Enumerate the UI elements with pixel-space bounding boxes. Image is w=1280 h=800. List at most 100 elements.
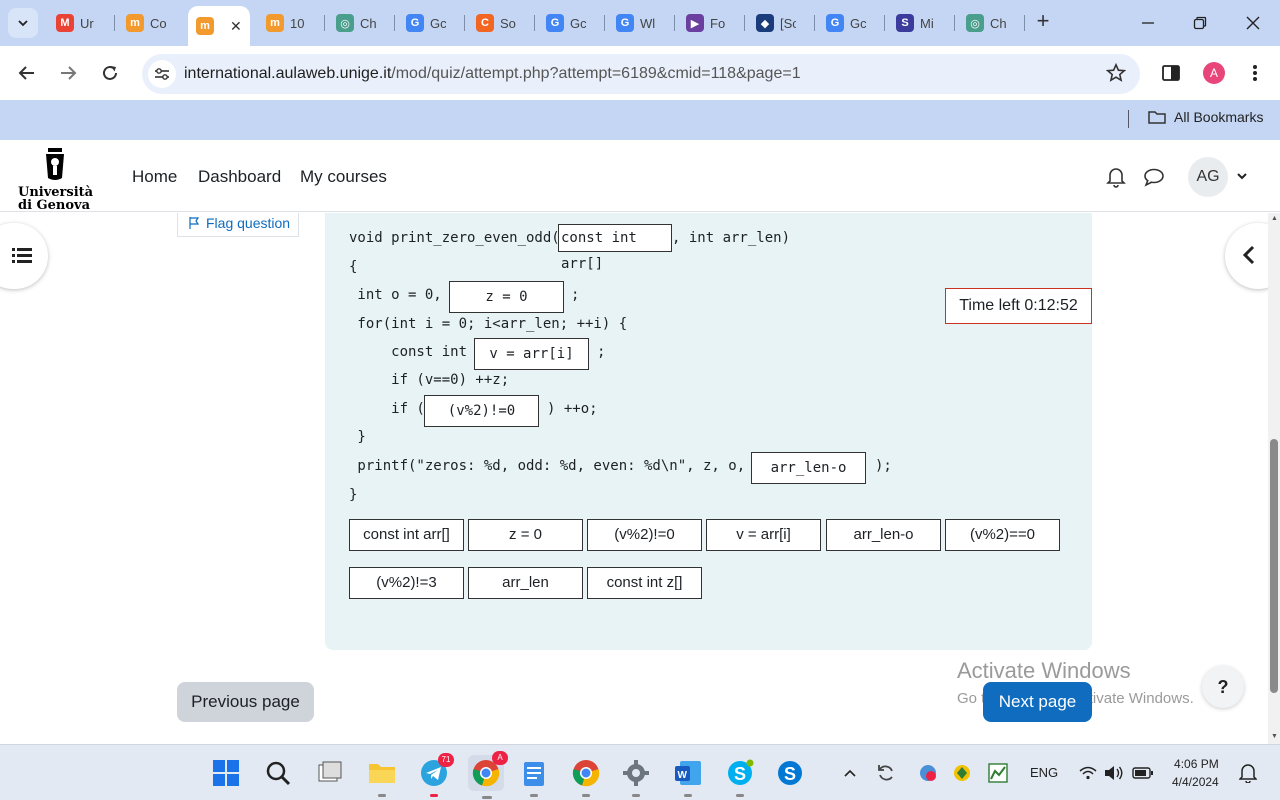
arrow-right-icon [61,66,77,80]
code-line-5-post: ; [597,344,606,360]
close-window-button[interactable] [1233,8,1273,38]
drag-choice-9[interactable]: const int z[] [587,567,702,599]
nav-home[interactable]: Home [132,167,177,187]
word-app[interactable]: W [672,757,704,797]
next-page-button[interactable]: Next page [983,682,1092,722]
all-bookmarks-button[interactable]: All Bookmarks [1148,109,1263,125]
user-menu-toggle[interactable] [1236,169,1248,187]
battery-status[interactable] [1130,757,1156,789]
minimize-button[interactable] [1128,8,1168,38]
tray-app-icon[interactable] [914,757,942,789]
url-path: /mod/quiz/attempt.php?attempt=6189&cmid=… [391,65,801,82]
scroll-down-icon[interactable]: ▼ [1271,733,1278,740]
new-tab-button[interactable]: + [1030,9,1056,35]
browser-tab-14[interactable]: ◎ Ch [958,6,1020,40]
tab-separator [884,15,885,31]
flag-question-button[interactable]: Flag question [177,213,299,237]
drag-choice-7[interactable]: (v%2)!=3 [349,567,464,599]
help-button[interactable]: ? [1202,666,1244,708]
bookmarks-separator [1128,110,1129,128]
language-indicator[interactable]: ENG [1030,765,1058,780]
drag-choice-4[interactable]: v = arr[i] [706,519,821,551]
drop-zone-3[interactable]: v = arr[i] [474,338,589,370]
course-index-toggle[interactable] [0,223,48,289]
browser-tab-13[interactable]: S Mi [888,6,950,40]
profile-avatar[interactable]: A [1203,62,1225,84]
browser-tab-9[interactable]: G Wl [608,6,670,40]
drag-choice-2[interactable]: z = 0 [468,519,583,551]
browser-tab-6[interactable]: G Gc [398,6,460,40]
user-avatar[interactable]: AG [1188,157,1228,197]
browser-tab-4[interactable]: m 10 [258,6,320,40]
browser-tab-3[interactable]: m ✕ [188,6,250,46]
tab-search-button[interactable] [8,8,38,38]
forward-button[interactable] [53,58,83,88]
tab-favicon-icon: G [406,14,424,32]
browser-tab-7[interactable]: C So [468,6,530,40]
start-button[interactable] [210,757,242,789]
chrome-app[interactable]: A [468,751,508,799]
browser-tab-11[interactable]: ◆ [Sc [748,6,810,40]
drag-choice-1[interactable]: const int arr[] [349,519,464,551]
browser-tab-2[interactable]: m Co [118,6,180,40]
wifi-icon [1079,766,1097,780]
browser-tab-8[interactable]: G Gc [538,6,600,40]
drop-zone-2[interactable]: z = 0 [449,281,564,313]
bell-icon [1106,168,1126,188]
tab-close-icon[interactable]: ✕ [230,18,242,35]
address-bar[interactable]: international.aulaweb.unige.it/mod/quiz/… [142,54,1140,94]
notification-center[interactable] [1236,757,1260,789]
scroll-up-icon[interactable]: ▲ [1271,215,1278,222]
side-panel-icon [1162,65,1180,81]
drag-choice-5[interactable]: arr_len-o [826,519,941,551]
drag-choice-3[interactable]: (v%2)!=0 [587,519,702,551]
chevron-left-icon [1242,245,1255,265]
tray-cpu-icon[interactable] [984,757,1012,789]
browser-tab-12[interactable]: G Gc [818,6,880,40]
bell-icon [1239,764,1257,783]
drag-choice-6[interactable]: (v%2)==0 [945,519,1060,551]
drop-zone-4[interactable]: (v%2)!=0 [424,395,539,427]
drop-zone-1[interactable]: const int arr[] [558,224,672,272]
tab-title: [Sc [780,15,796,31]
skype-app[interactable]: S [724,757,756,797]
volume-status[interactable] [1102,757,1126,789]
nav-dashboard[interactable]: Dashboard [198,167,281,187]
previous-page-button[interactable]: Previous page [177,682,314,722]
telegram-app[interactable]: 71 [418,753,454,797]
messages-button[interactable] [1143,167,1165,192]
drop-zone-5[interactable]: arr_len-o [751,452,866,484]
back-button[interactable] [12,58,42,88]
browser-tab-1[interactable]: M Ur [48,6,110,40]
nav-my-courses[interactable]: My courses [300,167,387,187]
skype-business-app[interactable]: S [774,757,806,789]
browser-menu-button[interactable] [1240,58,1270,88]
folder-icon [369,764,395,783]
bookmark-star-button[interactable] [1105,62,1127,88]
page-scrollbar[interactable]: ▲ ▼ [1268,213,1280,744]
site-info-button[interactable] [148,60,176,88]
quiz-navigation-toggle[interactable] [1225,223,1268,289]
file-explorer-app[interactable] [366,757,398,797]
scroll-thumb[interactable] [1270,439,1278,693]
reload-button[interactable] [95,58,125,88]
code-line-7-post: ) ++o; [547,401,598,417]
drag-choice-8[interactable]: arr_len [468,567,583,599]
wifi-status[interactable] [1076,757,1100,789]
browser-tab-5[interactable]: ◎ Ch [328,6,390,40]
tray-vpn-icon[interactable] [948,757,976,789]
notifications-button[interactable] [1106,166,1126,193]
university-logo[interactable]: Università di Genova [18,146,94,212]
taskbar-search[interactable] [262,757,294,789]
settings-app[interactable] [620,757,652,797]
task-view-button[interactable] [314,757,346,789]
tray-sync-icon[interactable] [872,757,900,789]
system-clock[interactable]: 4:06 PM 4/4/2024 [1172,755,1219,791]
chrome-profile-2-app[interactable] [570,757,602,797]
restore-button[interactable] [1180,8,1220,38]
browser-tab-10[interactable]: ▶ Fo [678,6,740,40]
tab-separator [954,15,955,31]
tray-overflow-button[interactable] [836,757,864,789]
side-panel-button[interactable] [1156,58,1186,88]
notepad-app[interactable] [518,757,550,797]
